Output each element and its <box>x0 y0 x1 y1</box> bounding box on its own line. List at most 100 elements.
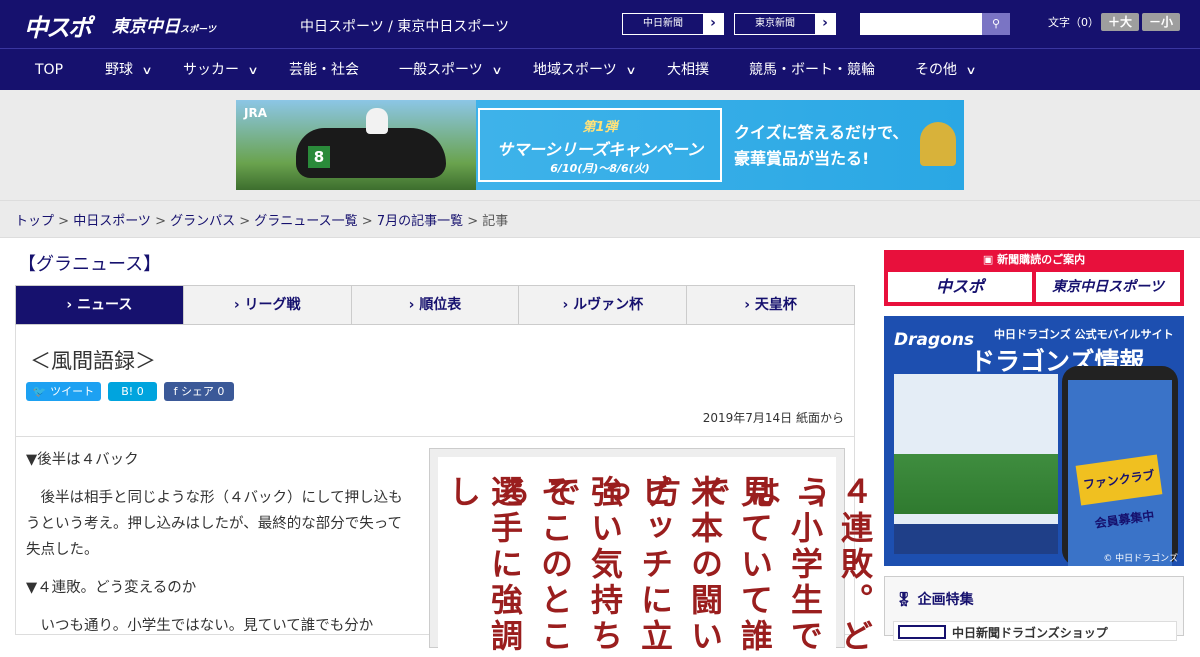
dragons-copyright: © 中日ドラゴンズ <box>1103 554 1178 564</box>
tokyo-shimbun-link[interactable]: 東京新聞 › <box>734 13 836 35</box>
quiz-text: クイズに答えるだけで、 豪華賞品が当たる! <box>734 120 908 172</box>
nav-label: サッカー <box>183 62 239 78</box>
search-input[interactable] <box>860 13 982 35</box>
baseball-field <box>894 454 1058 514</box>
nav-label: 競馬・ボート・競輪 <box>749 62 875 78</box>
newspaper-icon: ▣ <box>982 253 994 266</box>
scoreboard-screenshot <box>894 374 1058 554</box>
trophy-icon <box>920 122 956 166</box>
search-button[interactable]: ⚲ <box>982 13 1010 35</box>
chunichi-shimbun-link[interactable]: 中日新聞 › <box>622 13 724 35</box>
subscription-header: ▣ 新聞購読のご案内 <box>884 250 1184 270</box>
nav-item-racing[interactable]: 競馬・ボート・競輪 <box>749 49 875 91</box>
tokyo-chunichi-logo[interactable]: 東京中日スポーツ <box>112 12 216 37</box>
facebook-share-button[interactable]: f シェア 0 <box>164 382 234 401</box>
tab-marker: › <box>66 297 73 313</box>
breadcrumb-separator: > <box>54 214 74 229</box>
nav-item-top[interactable]: TOP <box>35 49 63 91</box>
tab-levain-cup[interactable]: › ルヴァン杯 <box>519 286 688 324</box>
tab-label: ニュース <box>77 297 133 313</box>
tokyo-logo-sub: スポーツ <box>180 25 216 35</box>
breadcrumb-separator: > <box>463 214 483 229</box>
font-larger-button[interactable]: ＋大 <box>1101 13 1139 31</box>
nav-label: TOP <box>35 62 64 78</box>
breadcrumb-top[interactable]: トップ <box>15 214 54 229</box>
jockey-shape <box>366 108 388 134</box>
search-box: ⚲ <box>860 13 1010 35</box>
nav-label: 芸能・社会 <box>289 62 359 78</box>
chuspo-logo[interactable]: 中スポ <box>24 8 92 43</box>
tab-emperors-cup[interactable]: › 天皇杯 <box>687 286 854 324</box>
facebook-icon: f <box>173 385 178 398</box>
tab-marker: › <box>233 297 240 313</box>
article-headline: ＜風間語録＞ <box>30 349 156 373</box>
dragons-logo: Dragons <box>894 330 975 350</box>
tweet-button[interactable]: 🐦 ツイート <box>26 382 101 401</box>
subscribe-tokyo-logo: 東京中日スポーツ <box>1036 272 1180 302</box>
breadcrumb-chunichi-sports[interactable]: 中日スポーツ <box>73 214 151 229</box>
tab-label: リーグ戦 <box>244 297 301 313</box>
dragons-mobile-ad[interactable]: Dragons 中日ドラゴンズ 公式モバイルサイト ドラゴンズ情報 ファンクラブ… <box>884 316 1184 566</box>
tab-label: ルヴァン杯 <box>573 297 644 313</box>
tab-news[interactable]: › ニュース <box>16 286 184 324</box>
font-smaller-button[interactable]: －小 <box>1142 13 1180 31</box>
site-title: 中日スポーツ / 東京中日スポーツ <box>300 19 510 35</box>
campaign-box: 第1弾 サマーシリーズキャンペーン 6/10(月)～8/6(火) <box>478 108 722 182</box>
campaign-dates: 6/10(月)～8/6(火) <box>550 162 650 175</box>
tab-marker: › <box>744 297 751 313</box>
nav-label: 一般スポーツ <box>399 62 483 78</box>
tab-standings[interactable]: › 順位表 <box>352 286 520 324</box>
tab-league[interactable]: › リーグ戦 <box>184 286 352 324</box>
breadcrumb-gra-news-list[interactable]: グラニュース一覧 <box>254 214 357 229</box>
nav-item-soccer[interactable]: サッカー ∨ <box>183 49 259 91</box>
nav-label: 大相撲 <box>667 62 709 78</box>
nav-item-general-sports[interactable]: 一般スポーツ ∨ <box>399 49 503 91</box>
article-paragraph: ▼後半は４バック <box>26 452 139 468</box>
nav-item-entertainment[interactable]: 芸能・社会 <box>289 49 359 91</box>
jra-ad-banner[interactable]: JRA 8 第1弾 サマーシリーズキャンペーン 6/10(月)～8/6(火) ク… <box>236 100 964 190</box>
horse-number: 8 <box>308 146 330 168</box>
tweet-label: ツイート <box>50 385 95 398</box>
section-title: 【グラニュース】 <box>18 254 162 275</box>
scoreboard-bar <box>894 524 1058 554</box>
fb-share-label: シェア 0 <box>180 385 225 398</box>
font-size-label: 文字（0） <box>1048 16 1099 29</box>
tab-label: 順位表 <box>419 297 462 313</box>
subscription-banner[interactable]: ▣ 新聞購読のご案内 中スポ 東京中日スポーツ <box>884 250 1184 306</box>
quiz-line-2: 豪華賞品が当たる! <box>734 149 870 168</box>
ribbon-icon: 🎖 <box>895 592 913 608</box>
feature-item[interactable]: 中日新聞ドラゴンズショップ <box>893 621 1177 641</box>
breadcrumb-separator: > <box>150 214 171 229</box>
chevron-down-icon: ∨ <box>491 64 503 77</box>
article-paragraph: 後半は相手と同じような形（４バック）にして押し込もうという考え。押し込みはしたが… <box>26 490 403 558</box>
quiz-line-1: クイズに答えるだけで、 <box>734 123 909 142</box>
special-features: 🎖 企画特集 中日新聞ドラゴンズショップ <box>884 576 1184 641</box>
breadcrumb: トップ > 中日スポーツ > グランパス > グラニュース一覧 > 7月の記事一… <box>15 210 508 229</box>
chevron-right-icon: › <box>703 14 723 34</box>
nav-item-other[interactable]: その他 ∨ <box>915 49 977 91</box>
nav-item-baseball[interactable]: 野球 ∨ <box>105 49 153 91</box>
hatena-bookmark-button[interactable]: B! 0 <box>108 382 157 401</box>
chevron-right-icon: › <box>815 14 835 34</box>
tab-marker: › <box>408 297 415 313</box>
campaign-title: サマーシリーズキャンペーン <box>496 140 704 159</box>
breadcrumb-separator: > <box>235 214 255 229</box>
article-body: ▼後半は４バック 後半は相手と同じような形（４バック）にして押し込もうという考え… <box>26 447 416 651</box>
breadcrumb-separator: > <box>357 214 377 229</box>
subscribe-chuspo-logo: 中スポ <box>888 272 1032 302</box>
subscription-header-text: 新聞購読のご案内 <box>997 253 1086 266</box>
nav-label: 地域スポーツ <box>533 62 617 78</box>
tab-marker: › <box>562 297 569 313</box>
article-photo[interactable]: ４連敗。どう 「小学生では 見ていて誰で 米本の闘い方 ピッチに立っ 強い気持ち… <box>429 448 874 657</box>
phone-screen: ファンクラブ会員募集中 <box>1068 380 1172 566</box>
top-header-bar: 中スポ 東京中日スポーツ 中日スポーツ / 東京中日スポーツ 中日新聞 › 東京… <box>0 0 1200 48</box>
article: ＜風間語録＞ 🐦 ツイート B! 0 f シェア 0 2019年7月14日 紙面… <box>15 325 874 657</box>
nav-item-sumo[interactable]: 大相撲 <box>667 49 709 91</box>
breadcrumb-grampus[interactable]: グランパス <box>170 214 235 229</box>
campaign-round: 第1弾 <box>582 120 618 135</box>
feature-thumbnail <box>898 625 946 639</box>
special-features-label: 企画特集 <box>917 592 974 608</box>
breadcrumb-july-list[interactable]: 7月の記事一覧 <box>377 214 463 229</box>
nav-item-local-sports[interactable]: 地域スポーツ ∨ <box>533 49 636 91</box>
special-features-title: 🎖 企画特集 <box>895 589 974 609</box>
